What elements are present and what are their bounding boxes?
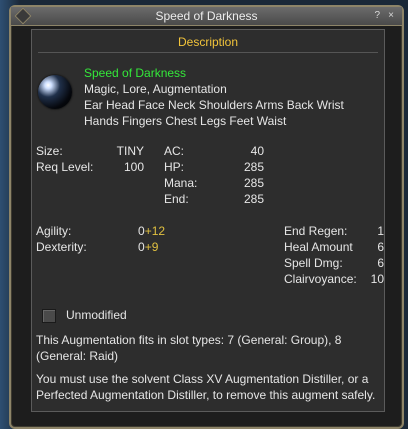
divider xyxy=(38,52,378,53)
unmodified-label: Unmodified xyxy=(66,308,127,322)
item-slots-line2: Hands Fingers Chest Legs Feet Waist xyxy=(84,114,287,128)
section-heading: Description xyxy=(177,35,239,49)
unmodified-checkbox[interactable] xyxy=(42,309,56,323)
description-panel: Description Speed of Darkness Magic, Lor… xyxy=(31,29,385,412)
dexterity-bonus: +9 xyxy=(144,240,159,254)
spell-dmg-value: 6 xyxy=(377,256,384,270)
agility-bonus: +12 xyxy=(144,224,166,238)
clairvoyance-label: Clairvoyance: xyxy=(284,272,357,286)
item-slots-line1: Ear Head Face Neck Shoulders Arms Back W… xyxy=(84,98,344,112)
augment-orb-icon[interactable] xyxy=(38,75,72,109)
agility-label: Agility: xyxy=(36,224,72,238)
mana-value: 285 xyxy=(243,176,264,190)
item-tags: Magic, Lore, Augmentation xyxy=(84,82,227,96)
solvent-line1: You must use the solvent Class XV Augmen… xyxy=(36,372,369,386)
solvent-line2: Perfected Augmentation Distiller, to rem… xyxy=(36,388,376,402)
end-regen-value: 1 xyxy=(377,224,384,238)
clairvoyance-value: 10 xyxy=(370,272,384,286)
ac-label: AC: xyxy=(164,144,185,158)
req-level-value: 100 xyxy=(123,160,144,174)
window-title: Speed of Darkness xyxy=(155,9,258,23)
mana-label: Mana: xyxy=(164,176,198,190)
ac-value: 40 xyxy=(250,144,264,158)
size-label: Size: xyxy=(36,144,63,158)
agility-value: 0+12 xyxy=(138,223,165,239)
end-value: 285 xyxy=(243,192,264,206)
title-bar[interactable]: Speed of Darkness ? × xyxy=(11,7,402,26)
slot-types-line1: This Augmentation fits in slot types: 7 … xyxy=(36,333,342,347)
end-label: End: xyxy=(164,192,189,206)
heal-amount-label: Heal Amount xyxy=(284,240,353,254)
spell-dmg-label: Spell Dmg: xyxy=(284,256,343,270)
agility-base: 0 xyxy=(138,224,145,238)
dexterity-label: Dexterity: xyxy=(36,240,87,254)
dexterity-value: 0+9 xyxy=(138,239,158,255)
item-name: Speed of Darkness xyxy=(84,66,187,80)
dexterity-base: 0 xyxy=(138,240,145,254)
size-value: TINY xyxy=(116,144,144,158)
req-level-label: Req Level: xyxy=(36,160,94,174)
hp-label: HP: xyxy=(164,160,185,174)
corner-ornament-left xyxy=(14,7,32,25)
close-button[interactable]: × xyxy=(388,8,394,24)
slot-types-line2: (General: Raid) xyxy=(36,349,119,363)
end-regen-label: End Regen: xyxy=(284,224,348,238)
heal-amount-value: 6 xyxy=(377,240,384,254)
item-window[interactable]: Speed of Darkness ? × Description Speed … xyxy=(9,5,404,429)
help-button[interactable]: ? xyxy=(374,8,380,24)
hp-value: 285 xyxy=(243,160,264,174)
